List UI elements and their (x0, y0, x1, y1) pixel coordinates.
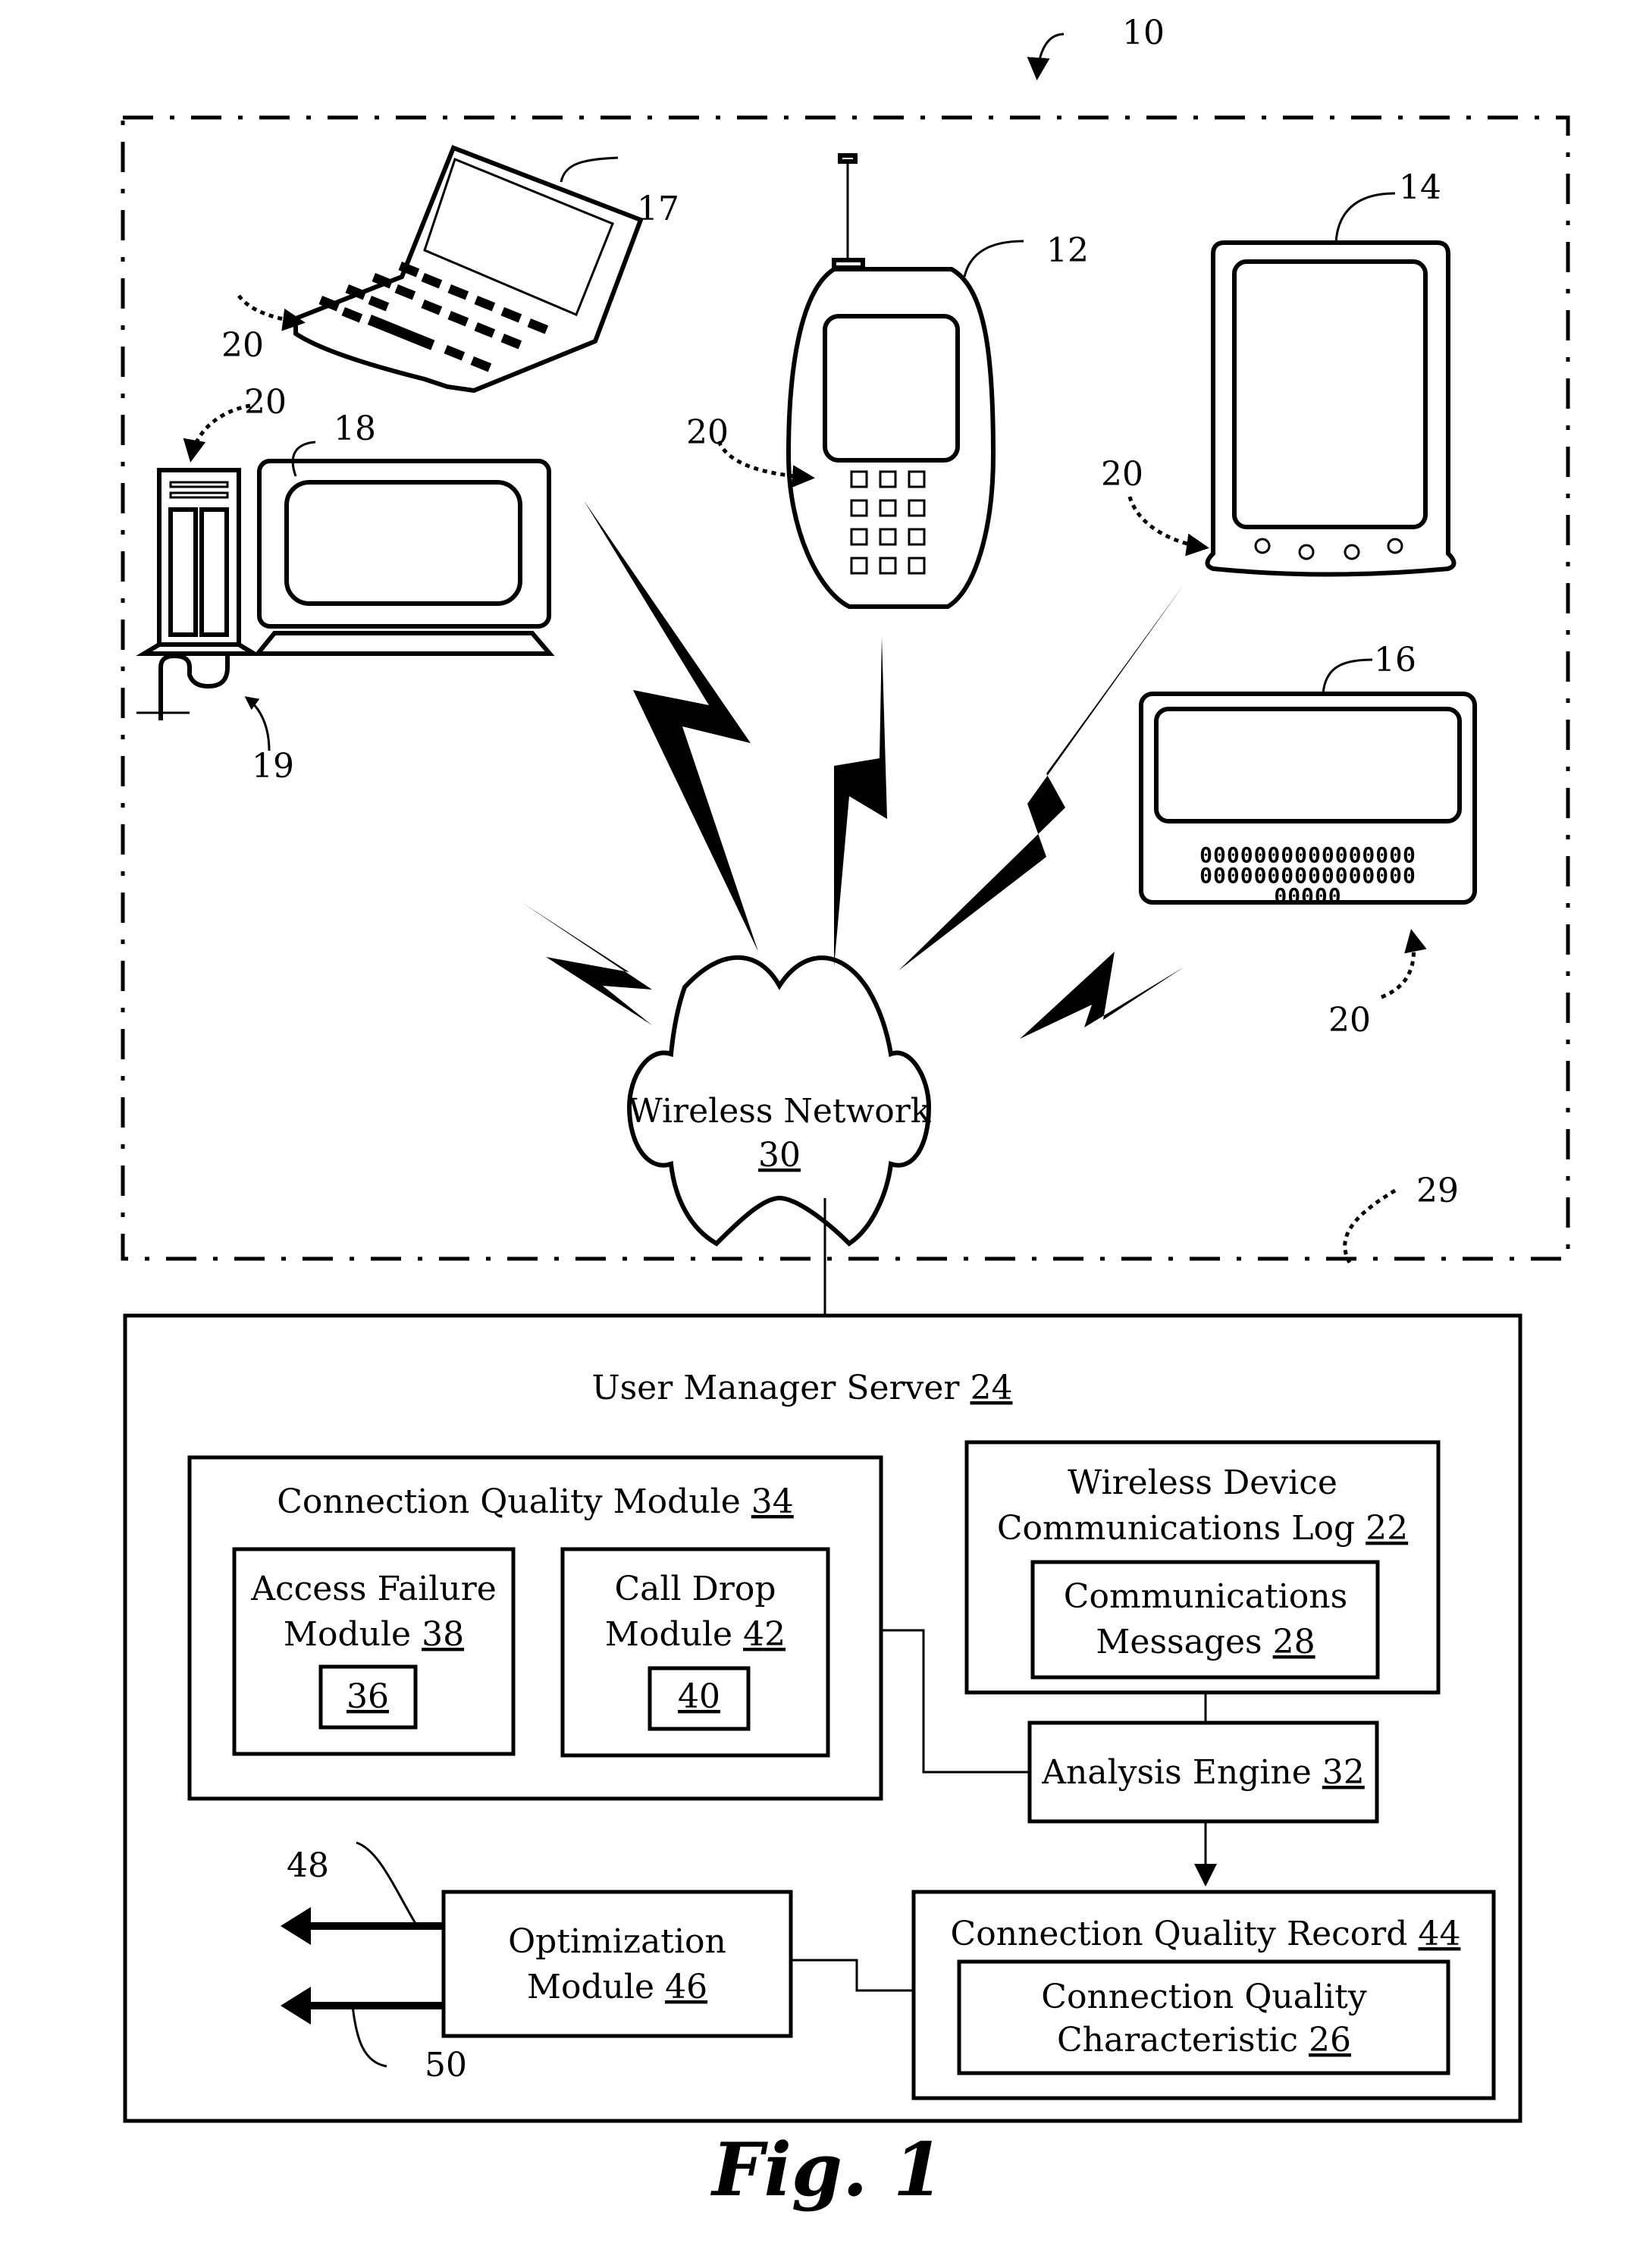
desktop-keyboard (252, 631, 555, 656)
pager-agent-label: 20 (1328, 1001, 1371, 1040)
boundary-ref-callout: 29 (1343, 1172, 1459, 1264)
cell-phone-agent-label: 20 (686, 413, 729, 452)
figure-caption: Fig. 1 (710, 2127, 943, 2213)
desktop-connection-label: 19 (252, 747, 294, 786)
desktop-connection-arrow (244, 696, 271, 751)
access-failure-inner-ref: 36 (347, 1677, 389, 1716)
patent-figure: 10 29 17 20 12 20 14 20 18 20 19 0000000… (121, 14, 1570, 2213)
desktop-ref-label: 18 (334, 409, 376, 448)
call-drop-line2: Module 42 (605, 1615, 786, 1654)
boundary-ref-leader (1343, 1188, 1397, 1264)
cell-phone-screen (823, 314, 960, 463)
comm-messages-line2: Messages 28 (1096, 1623, 1315, 1661)
optimization-module-box (441, 1890, 793, 2038)
laptop-ref-leader (560, 156, 619, 183)
analysis-engine-label: Analysis Engine 32 (1041, 1753, 1365, 1792)
comm-log-line2: Communications Log 22 (997, 1509, 1408, 1548)
optimization-line1: Optimization (508, 1922, 726, 1961)
pda-ref-label: 14 (1399, 168, 1441, 207)
server-title: User Manager Server 24 (592, 1369, 1013, 1407)
desktop-agent-arrow (183, 403, 251, 463)
lightning-bolt-pager (1020, 952, 1184, 1039)
lightning-bolt-laptop (584, 500, 758, 952)
call-drop-inner-ref: 40 (678, 1677, 720, 1716)
laptop-ref-label: 17 (637, 190, 679, 228)
pda-ref-leader (1334, 192, 1396, 243)
network-label: Wireless Network (629, 1092, 931, 1131)
pager-keys-row-3: 00000 (1274, 883, 1341, 908)
boundary-ref-label: 29 (1416, 1172, 1459, 1210)
pager-device: 0000000000000000 0000000000000000 00000 … (1139, 641, 1477, 1040)
pager-ref-label: 16 (1374, 641, 1416, 679)
cell-phone-agent-arrow (717, 440, 815, 488)
laptop-agent-label: 20 (221, 326, 264, 365)
lightning-bolt-phone (834, 637, 887, 967)
system-ref-callout: 10 (1027, 14, 1165, 80)
access-failure-line2: Module 38 (284, 1615, 464, 1654)
output-50-label: 50 (425, 2046, 467, 2084)
connection-quality-module-label: Connection Quality Module 34 (277, 1482, 794, 1521)
cell-phone-device: 12 20 (686, 153, 1089, 609)
pda-device: 14 20 (1101, 168, 1457, 577)
cq-characteristic-line2: Characteristic 26 (1057, 2021, 1351, 2059)
access-failure-line1: Access Failure (250, 1570, 497, 1608)
comm-log-line1: Wireless Device (1068, 1463, 1337, 1502)
pda-agent-label: 20 (1101, 455, 1143, 494)
desktop-agent-label: 20 (244, 383, 287, 422)
cq-record-label: Connection Quality Record 44 (951, 1915, 1461, 1953)
cell-phone-ref-label: 12 (1046, 231, 1089, 270)
cell-phone-ref-leader (963, 240, 1024, 278)
system-ref-label: 10 (1122, 14, 1165, 52)
lightning-bolt-desktop (522, 902, 652, 1025)
pda-screen (1232, 259, 1428, 529)
call-drop-line1: Call Drop (615, 1570, 776, 1608)
cell-phone-keypad (850, 470, 926, 575)
network-boundary (121, 115, 1570, 1261)
desktop-device: 18 20 19 (136, 383, 555, 786)
wireless-links (522, 500, 1184, 1039)
pda-agent-arrow (1127, 496, 1209, 557)
wireless-network-cloud: Wireless Network 30 (626, 955, 932, 1247)
network-ref: 30 (758, 1136, 801, 1175)
laptop-agent-arrow (237, 294, 306, 331)
system-ref-arrow (1027, 33, 1065, 80)
laptop-device: 17 20 (221, 145, 679, 394)
laptop-keyboard (318, 262, 549, 372)
output-48-label: 48 (287, 1846, 329, 1885)
pager-ref-leader (1322, 658, 1373, 695)
pager-agent-arrow (1381, 929, 1427, 999)
comm-messages-line1: Communications (1064, 1577, 1347, 1616)
pager-screen (1154, 707, 1462, 823)
cq-characteristic-line1: Connection Quality (1041, 1978, 1367, 2016)
optimization-line2: Module 46 (527, 1968, 707, 2006)
